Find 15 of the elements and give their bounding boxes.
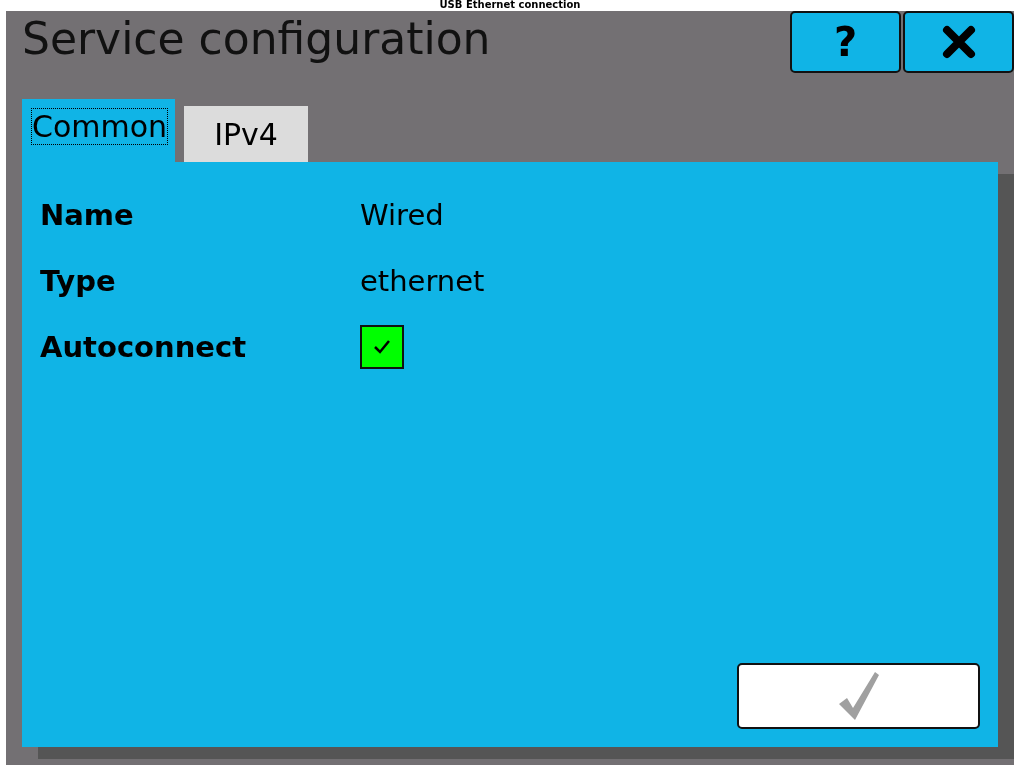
help-button[interactable]: ? — [790, 11, 901, 73]
window-title: Service configuration — [22, 13, 491, 64]
checkmark-icon — [373, 339, 391, 355]
tab[interactable]: Common — [22, 99, 176, 162]
field-label: Autoconnect — [40, 330, 247, 364]
field-label: Name — [40, 198, 135, 232]
field-label: Type — [40, 264, 117, 298]
confirm-button[interactable] — [737, 663, 980, 729]
checkbox[interactable] — [360, 325, 404, 369]
field-value: Wired — [360, 198, 444, 232]
window-caption: USB Ethernet connection — [439, 0, 581, 10]
close-icon — [941, 25, 976, 59]
tab[interactable]: IPv4 — [184, 106, 308, 162]
field-value: ethernet — [360, 264, 485, 298]
close-button[interactable] — [903, 11, 1014, 73]
